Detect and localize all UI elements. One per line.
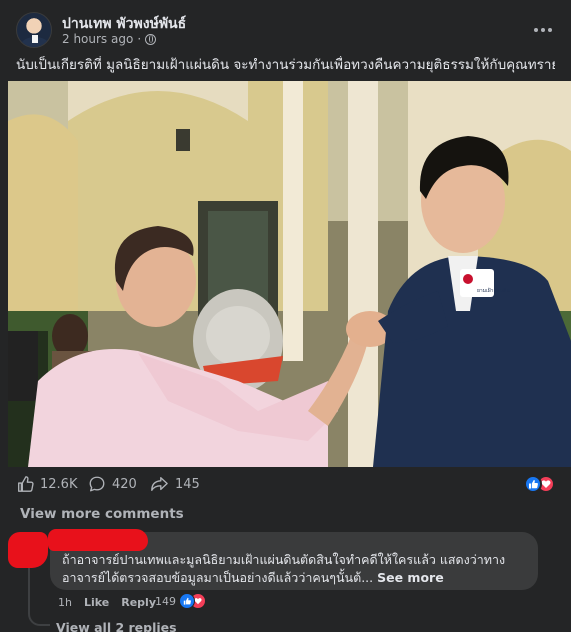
- commenter-avatar-redacted[interactable]: [8, 532, 48, 568]
- author-avatar[interactable]: [16, 12, 52, 48]
- share-arrow-icon: [151, 477, 168, 491]
- post-photo[interactable]: ยามเฝ้าแผ่นดิน: [8, 81, 571, 467]
- reactions-summary[interactable]: [524, 475, 555, 493]
- commenter-name-redacted[interactable]: [48, 529, 148, 551]
- view-all-replies-link[interactable]: View all 2 replies: [56, 620, 177, 632]
- post-photo-illustration: ยามเฝ้าแผ่นดิน: [8, 81, 571, 467]
- photo-badge-text: ยามเฝ้าแผ่นดิน: [477, 287, 510, 294]
- share-count: 145: [175, 476, 200, 492]
- like-count: 12.6K: [40, 476, 78, 492]
- reply-thread-line: [28, 568, 50, 626]
- dot-icon: [541, 28, 545, 32]
- comment-time[interactable]: 1h: [58, 596, 72, 609]
- like-reaction-icon: [524, 475, 542, 493]
- comment-reaction-count: 149: [155, 594, 176, 608]
- comment-count: 420: [112, 476, 137, 492]
- comment-like-button[interactable]: Like: [84, 596, 109, 609]
- dot-icon: [534, 28, 538, 32]
- post-header: ปานเทพ พัวพงษ์พันธ์ 2 hours ago ·: [16, 12, 559, 50]
- like-button[interactable]: 12.6K: [16, 472, 77, 496]
- post-meta: 2 hours ago ·: [62, 32, 157, 46]
- facebook-post: ปานเทพ พัวพงษ์พันธ์ 2 hours ago · นับเป็…: [0, 0, 571, 632]
- meta-separator: ·: [137, 32, 142, 46]
- post-time[interactable]: 2 hours ago: [62, 32, 133, 46]
- action-bar: 12.6K 420 145: [16, 472, 555, 496]
- post-text: นับเป็นเกียรติที่ มูลนิธิยามเฝ้าแผ่นดิน …: [16, 57, 555, 73]
- dot-icon: [548, 28, 552, 32]
- share-button[interactable]: 145: [149, 472, 200, 496]
- thumbs-up-icon: [18, 476, 34, 492]
- comment-reactions[interactable]: 149: [155, 593, 206, 609]
- avatar-collar: [32, 35, 38, 43]
- view-more-comments-link[interactable]: View more comments: [20, 506, 184, 522]
- globe-icon: [145, 33, 157, 45]
- see-more-link[interactable]: See more: [377, 570, 444, 585]
- like-reaction-icon: [179, 593, 195, 609]
- more-options-button[interactable]: [531, 18, 555, 42]
- comment-reply-button[interactable]: Reply: [121, 596, 156, 609]
- comment-text: ถ้าอาจารย์ปานเทพและมูลนิธิยามเฝ้าแผ่นดิน…: [62, 551, 532, 587]
- comment-actions: 1h Like Reply: [58, 596, 156, 609]
- comment-button[interactable]: 420: [88, 472, 137, 496]
- comment-bubble-icon: [89, 476, 105, 492]
